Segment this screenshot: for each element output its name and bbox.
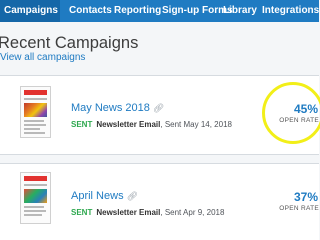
campaign-thumbnail[interactable] [20, 86, 51, 138]
campaign-status: SENT Newsletter Email, Sent May 14, 2018 [71, 120, 232, 129]
campaign-card[interactable]: April News 🔗︎ SENT Newsletter Email, Sent … [0, 163, 319, 240]
link-icon[interactable]: 🔗︎ [127, 191, 138, 201]
open-rate-label: OPEN RATE [279, 205, 319, 212]
campaign-date: , Sent Apr 9, 2018 [160, 208, 225, 217]
campaign-thumbnail[interactable] [20, 172, 51, 224]
campaign-name[interactable]: May News 2018 🔗︎ [71, 102, 164, 114]
status-badge: SENT [71, 120, 93, 129]
campaign-status: SENT Newsletter Email, Sent Apr 9, 2018 [71, 208, 224, 217]
nav-contacts[interactable]: Contacts [69, 0, 112, 22]
nav-reporting[interactable]: Reporting [114, 0, 161, 22]
campaign-name[interactable]: April News 🔗︎ [71, 190, 138, 202]
page-title: Recent Campaigns [0, 34, 139, 52]
open-rate-value[interactable]: 37% [274, 190, 318, 204]
nav-integrations[interactable]: Integrations [262, 0, 319, 22]
campaign-type: Newsletter Email [96, 208, 161, 217]
campaign-date: , Sent May 14, 2018 [160, 120, 232, 129]
link-icon[interactable]: 🔗︎ [153, 103, 164, 113]
view-all-campaigns-link[interactable]: View all campaigns [0, 52, 85, 63]
top-nav: Campaigns Contacts Reporting Sign-up For… [0, 0, 319, 22]
status-badge: SENT [71, 208, 93, 217]
highlight-circle [262, 82, 320, 144]
nav-campaigns[interactable]: Campaigns [0, 0, 60, 22]
campaign-name-text[interactable]: May News 2018 [71, 102, 150, 114]
campaign-type: Newsletter Email [96, 120, 161, 129]
campaign-name-text[interactable]: April News [71, 190, 124, 202]
nav-library[interactable]: Library [223, 0, 257, 22]
nav-signup-forms[interactable]: Sign-up Forms [162, 0, 233, 22]
